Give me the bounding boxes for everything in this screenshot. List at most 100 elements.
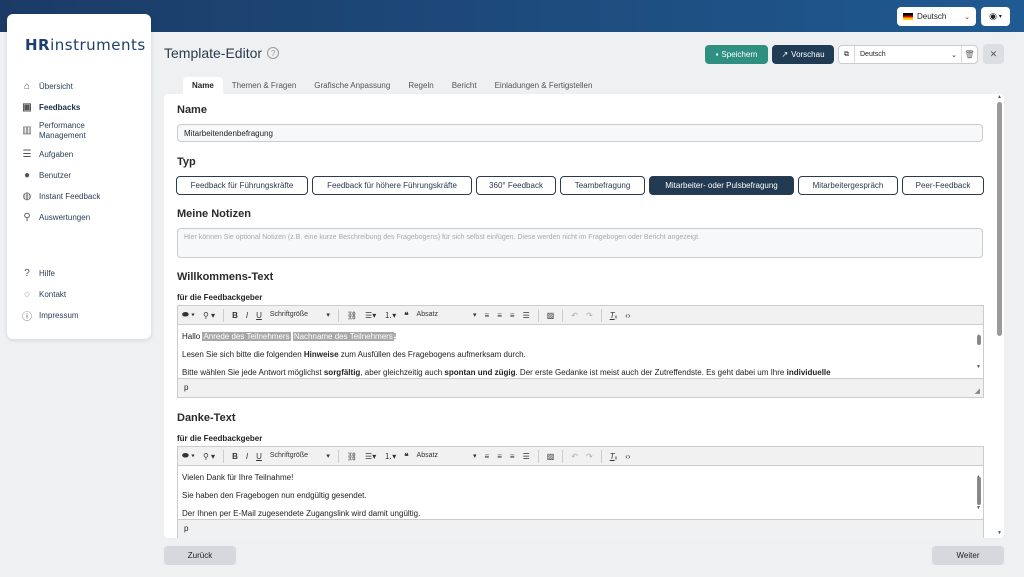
type-button-group: Feedback für Führungskräfte Feedback für… bbox=[176, 176, 984, 195]
name-input[interactable]: Mitarbeitendenbefragung bbox=[177, 124, 983, 142]
undo-icon[interactable]: ↶ bbox=[571, 311, 578, 320]
image-icon[interactable]: ▨ bbox=[547, 452, 555, 461]
link-icon[interactable]: ⛓ bbox=[347, 452, 357, 461]
justify-icon[interactable]: ☰ bbox=[523, 311, 530, 320]
align-center-icon[interactable]: ≡ bbox=[497, 311, 502, 320]
tab-rules[interactable]: Regeln bbox=[399, 77, 442, 94]
font-size-select[interactable]: Schriftgröße ▾ bbox=[270, 311, 330, 319]
code-view-icon[interactable]: ‹› bbox=[625, 452, 630, 461]
sidebar-item-overview[interactable]: ⌂ Übersicht bbox=[21, 76, 151, 97]
clipboard-icon: ▣ bbox=[22, 102, 32, 113]
template-language-select[interactable]: ⧉ Deutsch ⌄ 🗑 bbox=[838, 45, 978, 64]
underline-button[interactable]: U bbox=[256, 311, 262, 320]
logo[interactable]: HRinstruments bbox=[25, 36, 146, 54]
close-button[interactable]: ✕ bbox=[983, 44, 1004, 64]
type-button-employee-pulse[interactable]: Mitarbeiter- oder Pulsbefragung bbox=[649, 176, 794, 195]
welcome-editor-content[interactable]: Hallo Anrede des Teilnehmers Nachname de… bbox=[178, 325, 983, 378]
placeholder-salutation[interactable]: Anrede des Teilnehmers bbox=[202, 332, 291, 341]
type-button-360[interactable]: 360° Feedback bbox=[476, 176, 556, 195]
align-left-icon[interactable]: ≡ bbox=[485, 311, 490, 320]
placeholder-lastname[interactable]: Nachname des Teilnehmers bbox=[292, 332, 394, 341]
user-menu-button[interactable]: ◉ ▾ bbox=[981, 7, 1010, 26]
german-flag-icon bbox=[903, 13, 913, 20]
sidebar-item-imprint[interactable]: ⓘ Impressum bbox=[21, 305, 151, 326]
source-button[interactable]: ⬬ ▾ bbox=[182, 451, 195, 461]
welcome-editor-scrollbar[interactable]: ▲ ▼ bbox=[976, 327, 982, 376]
home-icon: ⌂ bbox=[23, 81, 31, 92]
sidebar-item-performance[interactable]: ▥ Performance Management bbox=[21, 118, 151, 144]
image-icon[interactable]: ▨ bbox=[547, 311, 555, 320]
undo-icon[interactable]: ↶ bbox=[571, 452, 578, 461]
chevron-down-icon: ⌄ bbox=[951, 51, 957, 59]
type-button-team[interactable]: Teambefragung bbox=[560, 176, 645, 195]
help-icon[interactable]: ? bbox=[267, 47, 280, 59]
card-scrollbar[interactable]: ▲ ▼ bbox=[997, 94, 1002, 536]
sidebar-item-users[interactable]: ● Benutzer bbox=[21, 165, 151, 186]
tab-graphic-customization[interactable]: Grafische Anpassung bbox=[305, 77, 399, 94]
align-center-icon[interactable]: ≡ bbox=[497, 452, 502, 461]
scroll-down-icon: ▼ bbox=[976, 505, 981, 511]
paragraph-select[interactable]: Absatz ▾ bbox=[417, 452, 477, 460]
underline-button[interactable]: U bbox=[256, 452, 262, 461]
justify-icon[interactable]: ☰ bbox=[523, 452, 530, 461]
bold-button[interactable]: B bbox=[232, 452, 238, 461]
clear-format-icon[interactable]: Tₓ bbox=[610, 311, 618, 320]
link-icon[interactable]: ⛓ bbox=[347, 311, 357, 320]
sidebar-item-analyses[interactable]: ⚲ Auswertungen bbox=[21, 207, 151, 228]
numbered-list-icon[interactable]: ⒈▾ bbox=[384, 310, 396, 321]
thanks-editor-status: p bbox=[178, 519, 983, 538]
align-left-icon[interactable]: ≡ bbox=[485, 452, 490, 461]
save-button[interactable]: ▪ Speichern bbox=[705, 45, 768, 64]
tab-name[interactable]: Name bbox=[183, 77, 223, 94]
sidebar-item-tasks[interactable]: ☰ Aufgaben bbox=[21, 144, 151, 165]
tab-invitations[interactable]: Einladungen & Fertigstellen bbox=[486, 77, 602, 94]
bullet-list-icon[interactable]: ☰▾ bbox=[365, 311, 376, 320]
align-right-icon[interactable]: ≡ bbox=[510, 311, 515, 320]
next-button[interactable]: Weiter bbox=[932, 546, 1004, 565]
paragraph-select[interactable]: Absatz ▾ bbox=[417, 311, 477, 319]
tab-topics-questions[interactable]: Themen & Fragen bbox=[223, 77, 305, 94]
code-view-icon[interactable]: ‹› bbox=[625, 311, 630, 320]
sidebar-item-help[interactable]: ? Hilfe bbox=[21, 263, 151, 284]
thanks-subheading: für die Feedbackgeber bbox=[177, 434, 263, 443]
type-button-senior-leaders[interactable]: Feedback für höhere Führungskräfte bbox=[312, 176, 472, 195]
italic-button[interactable]: I bbox=[246, 311, 248, 320]
redo-icon[interactable]: ↷ bbox=[586, 311, 593, 320]
info-icon: ⓘ bbox=[22, 312, 32, 323]
placeholder-button[interactable]: ⚲ ▾ bbox=[203, 311, 215, 320]
bullet-list-icon[interactable]: ☰▾ bbox=[365, 452, 376, 461]
scrollbar-thumb[interactable] bbox=[997, 102, 1002, 336]
language-dropdown[interactable]: Deutsch ⌄ bbox=[897, 7, 976, 26]
numbered-list-icon[interactable]: ⒈▾ bbox=[384, 451, 396, 462]
quote-icon[interactable]: ❝ bbox=[404, 452, 408, 461]
type-button-leaders[interactable]: Feedback für Führungskräfte bbox=[176, 176, 308, 195]
source-button[interactable]: ⬬ ▾ bbox=[182, 310, 195, 320]
back-button[interactable]: Zurück bbox=[164, 546, 236, 565]
preview-button[interactable]: ↗ Vorschau bbox=[772, 45, 834, 64]
chat-icon: ◍ bbox=[22, 191, 32, 202]
bold-button[interactable]: B bbox=[232, 311, 238, 320]
type-button-peer[interactable]: Peer-Feedback bbox=[902, 176, 984, 195]
placeholder-button[interactable]: ⚲ ▾ bbox=[203, 452, 215, 461]
sidebar-item-feedbacks[interactable]: ▣ Feedbacks bbox=[21, 97, 151, 118]
trash-icon[interactable]: 🗑 bbox=[961, 46, 977, 63]
italic-button[interactable]: I bbox=[246, 452, 248, 461]
welcome-line-3: Bitte wählen Sie jede Antwort möglichst … bbox=[182, 368, 831, 377]
resize-grip-icon[interactable]: ◢ bbox=[975, 387, 980, 395]
type-button-employee-talk[interactable]: Mitarbeitergespräch bbox=[798, 176, 898, 195]
thanks-editor-scrollbar[interactable]: ▲ ▼ bbox=[976, 468, 982, 517]
font-size-select[interactable]: Schriftgröße ▾ bbox=[270, 452, 330, 460]
welcome-editor-status: p ◢ bbox=[178, 378, 983, 397]
clear-format-icon[interactable]: Tₓ bbox=[610, 452, 618, 461]
notes-textarea[interactable]: Hier können Sie optional Notizen (z.B. e… bbox=[177, 228, 983, 258]
type-heading: Typ bbox=[177, 156, 196, 168]
align-right-icon[interactable]: ≡ bbox=[510, 452, 515, 461]
redo-icon[interactable]: ↷ bbox=[586, 452, 593, 461]
welcome-line-2: Lesen Sie sich bitte die folgenden Hinwe… bbox=[182, 350, 526, 359]
thanks-editor-content[interactable]: Vielen Dank für Ihre Teilnahme! Sie habe… bbox=[178, 466, 983, 519]
sidebar-item-contact[interactable]: ◌ Kontakt bbox=[21, 284, 151, 305]
sidebar-bottom-nav: ? Hilfe ◌ Kontakt ⓘ Impressum bbox=[21, 263, 151, 326]
tab-report[interactable]: Bericht bbox=[443, 77, 486, 94]
sidebar-item-instant-feedback[interactable]: ◍ Instant Feedback bbox=[21, 186, 151, 207]
quote-icon[interactable]: ❝ bbox=[404, 311, 408, 320]
